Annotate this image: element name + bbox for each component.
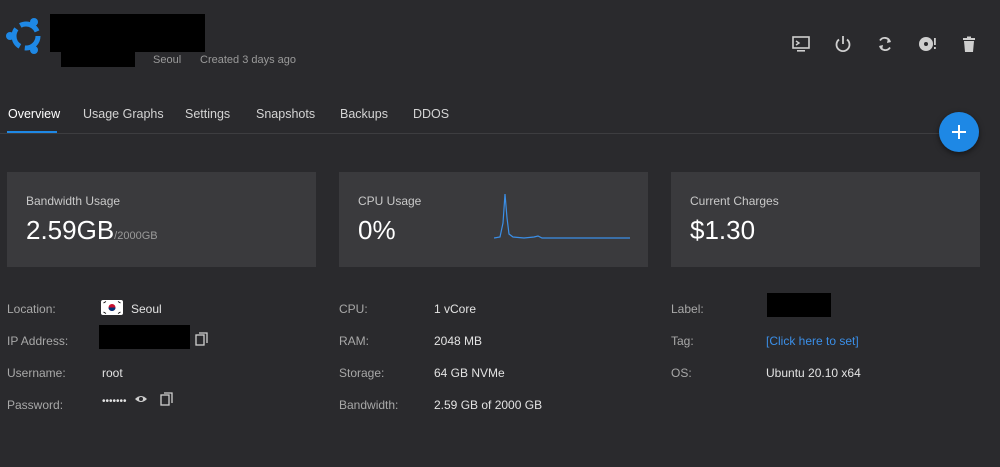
current-charges-card: Current Charges $1.30 [671, 172, 980, 267]
ubuntu-logo-icon [6, 18, 41, 54]
server-name-redacted [50, 14, 205, 52]
copy-ip-icon[interactable] [195, 332, 209, 346]
tag-label: Tag: [671, 334, 694, 348]
plus-icon [952, 125, 966, 139]
power-icon [835, 36, 851, 53]
storage-value: 64 GB NVMe [434, 366, 505, 380]
label-label: Label: [671, 302, 704, 316]
console-button[interactable] [790, 33, 812, 55]
power-button[interactable] [832, 33, 854, 55]
delete-button[interactable] [958, 33, 980, 55]
add-button[interactable] [939, 112, 979, 152]
header-created: Created 3 days ago [200, 54, 297, 66]
hostname-redacted [61, 52, 135, 67]
ip-address-label: IP Address: [7, 334, 69, 348]
tab-ddos[interactable]: DDOS [413, 107, 449, 121]
os-value: Ubuntu 20.10 x64 [766, 366, 861, 380]
console-icon [792, 36, 810, 52]
header-location: Seoul [153, 54, 182, 66]
location-label: Location: [7, 302, 56, 316]
copy-password-icon[interactable] [160, 392, 174, 406]
card-value: $1.30 [690, 215, 756, 245]
cpu-value: 1 vCore [434, 302, 477, 316]
password-value: ••••••• [102, 396, 127, 407]
bandwidth-used: 2.59GB [26, 215, 115, 245]
tab-snapshots[interactable]: Snapshots [256, 107, 315, 121]
card-value: 2.59GB/2000GB [26, 215, 158, 246]
korea-flag-icon [101, 300, 123, 315]
username-label: Username: [7, 366, 66, 380]
card-label: CPU Usage [358, 194, 422, 208]
tab-settings[interactable]: Settings [185, 107, 230, 121]
set-tag-link[interactable]: [Click here to set] [766, 334, 859, 348]
ram-label: RAM: [339, 334, 369, 348]
show-password-eye-icon[interactable] [134, 392, 148, 406]
username-value: root [102, 366, 123, 380]
restart-icon [879, 37, 891, 51]
label-value-redacted [767, 293, 831, 317]
bandwidth-usage-card: Bandwidth Usage 2.59GB/2000GB [7, 172, 316, 267]
os-label: OS: [671, 366, 692, 380]
password-label: Password: [7, 398, 64, 412]
cpu-sparkline-line [494, 193, 630, 239]
cpu-label: CPU: [339, 302, 368, 316]
iso-icon [919, 37, 936, 51]
trash-icon [963, 36, 975, 52]
tab-overview[interactable]: Overview [8, 107, 60, 121]
tab-usage-graphs[interactable]: Usage Graphs [83, 107, 164, 121]
card-value: 0% [358, 215, 396, 245]
bandwidth-label: Bandwidth: [339, 398, 399, 412]
ip-address-redacted [99, 325, 190, 349]
cpu-sparkline [494, 193, 630, 239]
location-value: Seoul [131, 302, 162, 316]
ram-value: 2048 MB [434, 334, 483, 348]
iso-button[interactable] [916, 33, 938, 55]
tab-backups[interactable]: Backups [340, 107, 388, 121]
cpu-usage-card: CPU Usage 0% [339, 172, 648, 267]
card-label: Current Charges [690, 194, 779, 208]
active-tab-indicator [7, 131, 57, 133]
restart-button[interactable] [874, 33, 896, 55]
card-label: Bandwidth Usage [26, 194, 121, 208]
server-toolbar [790, 33, 980, 55]
tab-bar: Overview Usage Graphs Settings Snapshots… [0, 98, 978, 134]
bandwidth-total: /2000GB [114, 230, 158, 242]
bandwidth-value: 2.59 GB of 2000 GB [434, 398, 543, 412]
storage-label: Storage: [339, 366, 385, 380]
